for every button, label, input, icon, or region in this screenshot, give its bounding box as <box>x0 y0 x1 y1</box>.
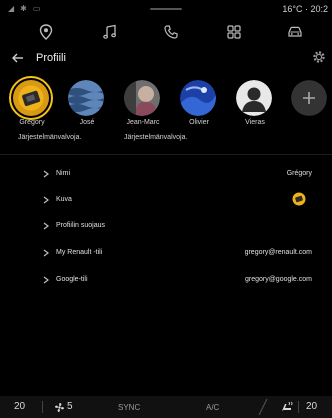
olivier-avatar <box>180 80 216 116</box>
setting-value: Grégory <box>286 170 312 177</box>
profile-name: José <box>79 119 95 126</box>
setting-label: Kuva <box>56 196 72 203</box>
setting-label: Google-tili <box>56 276 88 283</box>
page-header: Profiili <box>0 48 332 70</box>
setting-row-profile-protection[interactable]: Profiilin suojaus <box>0 216 332 238</box>
navigation-icon[interactable] <box>38 24 54 40</box>
profile-jean-marc[interactable]: Jean-Marc Järjestelmänvalvoja. <box>113 78 187 148</box>
seat-heating-icon[interactable] <box>280 401 294 413</box>
temperature-time: 16°C · 20:2 <box>282 4 328 14</box>
chevron-right-icon <box>43 249 49 257</box>
chevron-right-icon <box>43 222 49 230</box>
ac-button[interactable]: A/C <box>206 403 219 412</box>
fan-speed-value: 5 <box>67 401 73 412</box>
profile-name: Olivier <box>189 119 209 126</box>
setting-label: Profiilin suojaus <box>56 222 106 229</box>
top-navigation <box>0 20 332 44</box>
setting-value: gregory@renault.com <box>244 249 312 256</box>
status-icons: ◢ ✱ ▭ <box>8 4 40 13</box>
setting-row-name[interactable]: Nimi Grégory <box>0 164 332 186</box>
left-temperature[interactable]: 20 <box>14 401 25 412</box>
music-icon[interactable] <box>102 24 118 40</box>
setting-row-picture[interactable]: Kuva <box>0 190 332 212</box>
profile-picture-thumbnail <box>292 192 306 206</box>
vehicle-icon[interactable] <box>287 24 303 40</box>
setting-value: gregory@google.com <box>244 276 312 283</box>
profile-jose[interactable]: José <box>57 78 117 148</box>
setting-row-google-account[interactable]: Google-tili gregory@google.com <box>0 270 332 292</box>
bluetooth-icon: ✱ <box>20 4 27 13</box>
back-arrow-icon[interactable] <box>10 50 26 66</box>
fan-icon[interactable] <box>54 402 65 413</box>
separator <box>42 401 43 413</box>
profile-name: Vieras <box>245 119 265 126</box>
add-profile[interactable] <box>280 78 332 148</box>
sync-button[interactable]: SYNC <box>118 403 140 412</box>
guest-avatar <box>236 80 272 116</box>
setting-row-renault-account[interactable]: My Renault -tili gregory@renault.com <box>0 243 332 265</box>
profile-gregory[interactable]: Grégory Järjestelmänvalvoja. <box>2 76 81 148</box>
setting-label: My Renault -tili <box>56 249 103 256</box>
add-profile-button[interactable] <box>291 80 327 116</box>
chevron-right-icon <box>43 276 49 284</box>
jose-avatar <box>68 80 104 116</box>
apps-icon[interactable] <box>226 24 242 40</box>
chevron-right-icon <box>43 170 49 178</box>
profile-olivier[interactable]: Olivier <box>169 78 229 148</box>
notification-handle[interactable] <box>150 8 182 10</box>
right-temperature[interactable]: 20 <box>306 401 317 412</box>
phone-status-icon: ▭ <box>32 4 41 13</box>
gear-icon[interactable] <box>312 50 326 64</box>
profile-name: Jean-Marc <box>126 119 160 126</box>
climate-bar: 20 5 SYNC A/C 20 <box>0 396 332 418</box>
status-icon: ◢ <box>8 4 15 13</box>
divider <box>0 154 332 155</box>
profile-carousel: Grégory Järjestelmänvalvoja. José Jean-M… <box>0 76 332 148</box>
status-bar: ◢ ✱ ▭ 16°C · 20:2 <box>0 0 332 18</box>
profile-name: Grégory <box>19 119 45 126</box>
separator <box>298 401 299 413</box>
setting-label: Nimi <box>56 170 70 177</box>
chevron-right-icon <box>43 196 49 204</box>
gregory-avatar <box>9 76 53 120</box>
phone-icon[interactable] <box>163 24 179 40</box>
profile-guest[interactable]: Vieras <box>225 78 285 148</box>
jean-marc-avatar <box>124 80 160 116</box>
panel-corner-divider <box>258 398 268 416</box>
page-title: Profiili <box>36 52 66 64</box>
